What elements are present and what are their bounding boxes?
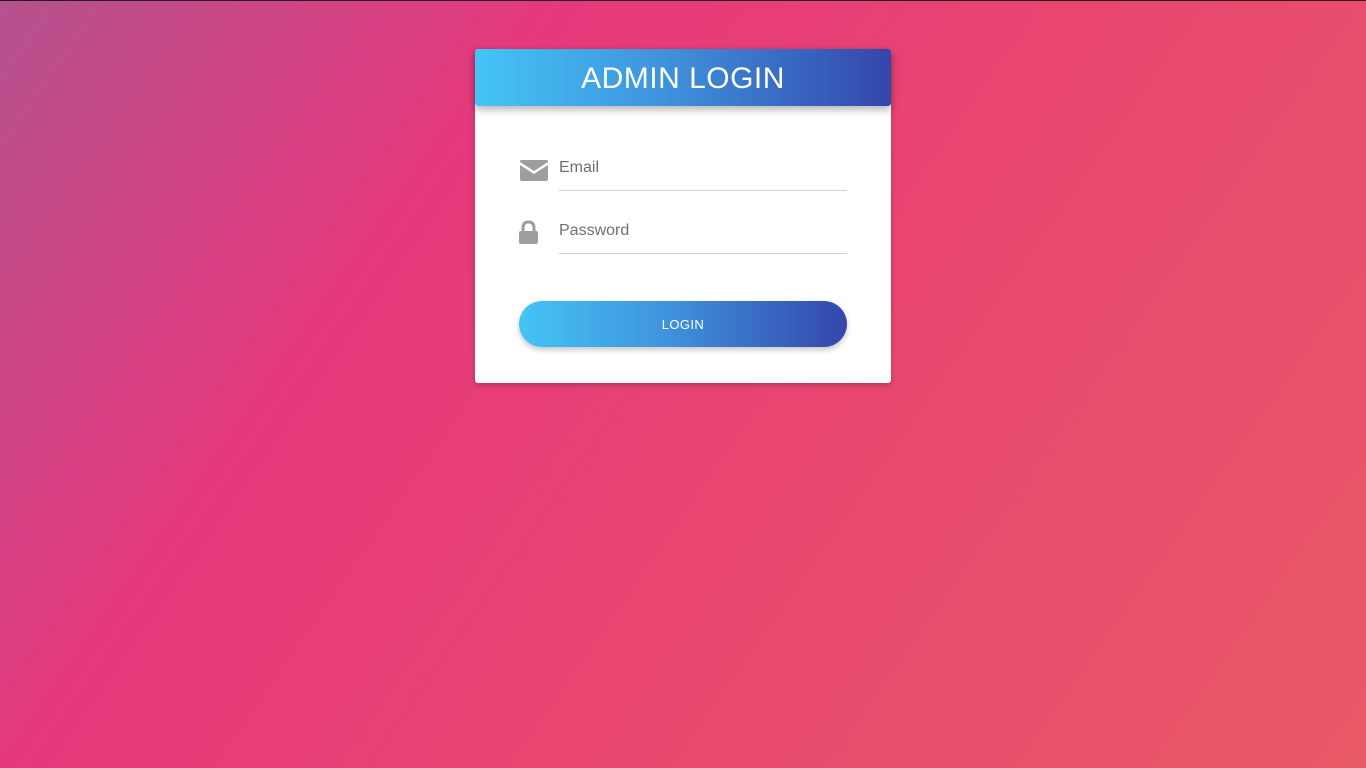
email-field[interactable] (559, 156, 847, 180)
login-card: ADMIN LOGIN LOGIN (475, 49, 891, 383)
lock-icon (519, 220, 549, 246)
top-border-line (0, 0, 1366, 1)
password-input-wrapper (559, 213, 847, 254)
page-title: ADMIN LOGIN (581, 61, 785, 95)
password-field-row (519, 213, 847, 254)
login-button[interactable]: LOGIN (519, 301, 847, 347)
envelope-icon (519, 157, 549, 183)
email-field-row (519, 150, 847, 191)
email-input-wrapper (559, 150, 847, 191)
login-card-header: ADMIN LOGIN (475, 49, 891, 106)
password-field[interactable] (559, 219, 847, 243)
